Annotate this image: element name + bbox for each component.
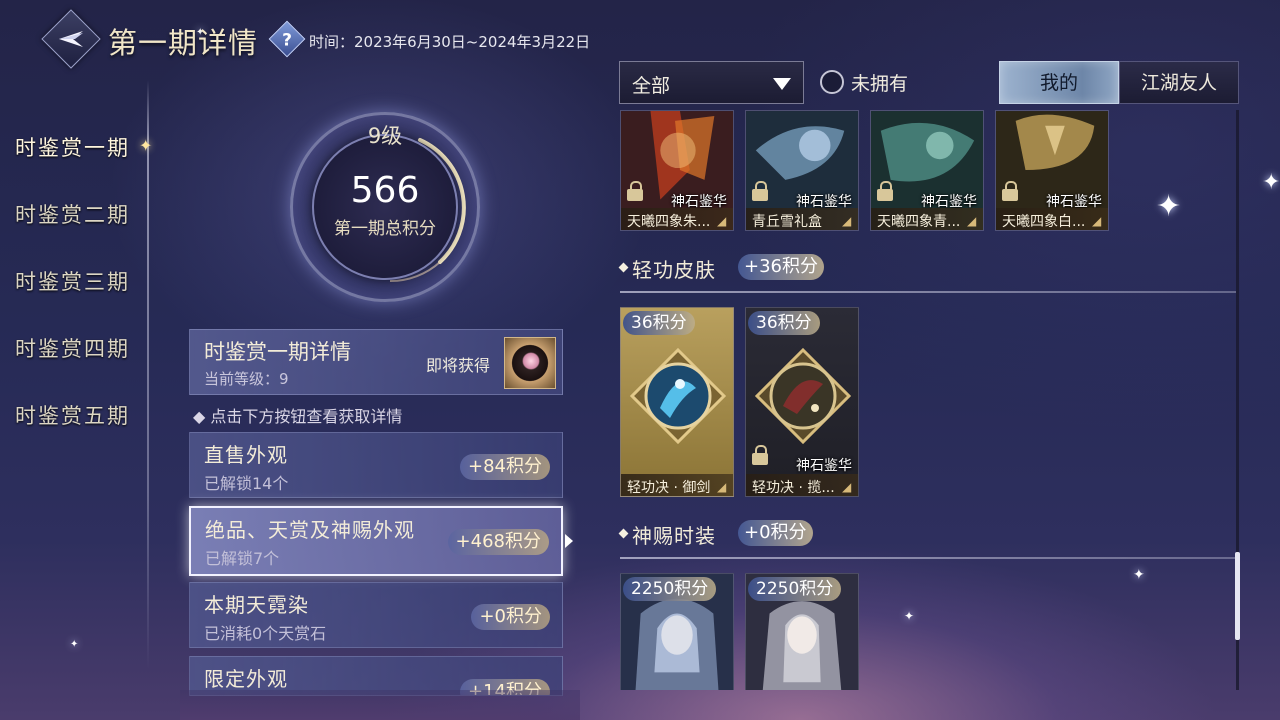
category-subtitle: 已消耗0个天赏石: [204, 624, 327, 643]
level-ring: 9级 566 第一期总积分: [290, 112, 480, 302]
item-name: 轻功决 · 揽...: [752, 480, 835, 496]
nav-active-marker-icon: ✦: [139, 136, 153, 155]
corner-flag-icon: ◢: [717, 214, 727, 228]
points-badge: 36积分: [623, 311, 695, 335]
hint-text: ◆ 点击下方按钮查看获取详情: [193, 407, 403, 426]
category-title: 限定外观: [204, 667, 288, 691]
qinggong-card[interactable]: 36积分 神石鉴华 轻功决 · 揽... ◢: [745, 307, 859, 497]
category-title: 本期天霓染: [204, 593, 309, 617]
tab-mine[interactable]: 我的: [999, 61, 1119, 104]
nav-item-period-2[interactable]: 时鉴赏二期: [15, 199, 130, 229]
total-score-label: 第一期总积分: [334, 219, 436, 239]
divine-outfit-card[interactable]: 2250积分: [745, 573, 859, 690]
nav-divider: [147, 80, 149, 670]
nav-item-period-4[interactable]: 时鉴赏四期: [15, 333, 130, 363]
question-icon: ?: [282, 30, 292, 51]
outfit-card[interactable]: 神石鉴华 天曦四象朱... ◢: [620, 110, 734, 231]
category-subtitle: 已解锁7个: [205, 549, 280, 568]
item-name-bar: 轻功决 · 御剑 ◢: [621, 474, 733, 496]
corner-flag-icon: ◢: [717, 480, 727, 494]
list-fade: [180, 690, 580, 720]
sparkle-icon: ✦: [70, 639, 79, 650]
points-badge: 36积分: [748, 311, 820, 335]
item-name-bar: 天曦四象朱... ◢: [621, 208, 733, 230]
corner-flag-icon: ◢: [967, 214, 977, 228]
lock-icon: [627, 181, 643, 201]
category-dye[interactable]: 本期天霓染 已消耗0个天赏石 +0积分: [189, 582, 563, 648]
corner-flag-icon: ◢: [842, 214, 852, 228]
outfit-card[interactable]: 神石鉴华 天曦四象白... ◢: [995, 110, 1109, 231]
points-badge: 2250积分: [748, 577, 842, 601]
section-title: 轻功皮肤: [632, 258, 716, 282]
next-reward-icon[interactable]: [504, 337, 556, 389]
coming-reward-label: 即将获得: [426, 356, 491, 375]
outfit-card[interactable]: 神石鉴华 天曦四象青... ◢: [870, 110, 984, 231]
item-name: 天曦四象白...: [1002, 214, 1086, 230]
category-score: +0积分: [471, 604, 550, 630]
page-title: 第一期详情: [108, 26, 259, 60]
corner-flag-icon: ◢: [1092, 214, 1102, 228]
points-badge: 2250积分: [623, 577, 717, 601]
level-label: 9级: [367, 124, 403, 148]
outfit-card[interactable]: 神石鉴华 青丘雪礼盒 ◢: [745, 110, 859, 231]
section-score: +36积分: [738, 254, 824, 280]
item-name-bar: 天曦四象青... ◢: [871, 208, 983, 230]
category-premium-outfits[interactable]: 绝品、天赏及神赐外观 已解锁7个 +468积分: [189, 506, 563, 576]
outfit-list[interactable]: 神石鉴华 天曦四象朱... ◢ 神石鉴华 青丘雪礼盒 ◢ 神石鉴华 天曦四象青...…: [612, 110, 1242, 690]
corner-flag-icon: ◢: [842, 480, 852, 494]
back-arrow-icon: [59, 31, 83, 47]
category-direct-sale[interactable]: 直售外观 已解锁14个 +84积分: [189, 432, 563, 498]
section-divider: [620, 557, 1236, 559]
qinggong-emblem: [755, 348, 851, 444]
lock-icon: [877, 181, 893, 201]
total-score: 566: [350, 170, 420, 211]
section-header-divine-outfits: 神赐时装 +0积分: [618, 520, 920, 550]
item-source: 神石鉴华: [796, 458, 852, 474]
section-score: +0积分: [738, 520, 813, 546]
qinggong-card[interactable]: 36积分 轻功决 · 御剑 ◢: [620, 307, 734, 497]
item-name: 青丘雪礼盒: [752, 214, 822, 230]
nav-item-period-5[interactable]: 时鉴赏五期: [15, 400, 130, 430]
category-score: +468积分: [447, 529, 549, 555]
current-level: 当前等级：9: [204, 370, 289, 388]
category-title: 直售外观: [204, 443, 288, 467]
scrollbar-thumb[interactable]: [1235, 552, 1240, 640]
nav-item-period-1[interactable]: 时鉴赏一期: [15, 132, 130, 162]
item-name: 天曦四象朱...: [627, 214, 711, 230]
section-divider: [620, 291, 1236, 293]
category-title: 绝品、天赏及神赐外观: [205, 518, 415, 542]
lock-icon: [1002, 181, 1018, 201]
category-subtitle: 已解锁14个: [204, 474, 289, 493]
period-detail-panel: 时鉴赏一期详情 当前等级：9 即将获得: [189, 329, 563, 395]
detail-title: 时鉴赏一期详情: [204, 340, 351, 364]
item-name-bar: 青丘雪礼盒 ◢: [746, 208, 858, 230]
divine-outfit-card[interactable]: 2250积分: [620, 573, 734, 690]
radio-icon: [820, 70, 844, 94]
diamond-bullet-icon: [618, 262, 629, 273]
lock-icon: [752, 181, 768, 201]
filter-dropdown[interactable]: 全部: [619, 61, 804, 104]
qinggong-emblem: [630, 348, 726, 444]
item-name: 天曦四象青...: [877, 214, 961, 230]
help-button[interactable]: ?: [268, 20, 306, 58]
item-name-bar: 轻功决 · 揽... ◢: [746, 474, 858, 496]
section-title: 神赐时装: [632, 524, 716, 548]
category-score: +84积分: [460, 454, 550, 480]
filter-dropdown-value: 全部: [632, 75, 671, 97]
nav-item-period-3[interactable]: 时鉴赏三期: [15, 266, 130, 296]
diamond-bullet-icon: [618, 528, 629, 539]
not-owned-label: 未拥有: [851, 73, 909, 95]
item-name-bar: 天曦四象白... ◢: [996, 208, 1108, 230]
sparkle-icon: ✦: [1262, 170, 1280, 195]
selected-arrow-icon: [565, 534, 573, 548]
event-time-range: 时间：2023年6月30日~2024年3月22日: [309, 33, 591, 51]
item-name: 轻功决 · 御剑: [627, 480, 711, 496]
tab-friends[interactable]: 江湖友人: [1119, 61, 1239, 104]
dropdown-caret-icon: [773, 78, 791, 90]
lock-icon: [752, 445, 768, 465]
section-header-qinggong: 轻功皮肤 +36积分: [618, 254, 920, 284]
back-button[interactable]: [41, 9, 101, 69]
